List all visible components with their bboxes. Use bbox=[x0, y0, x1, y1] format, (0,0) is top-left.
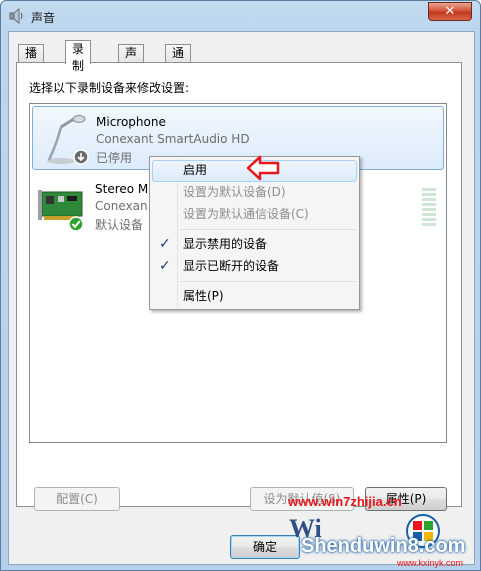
device-name: Microphone bbox=[96, 115, 166, 129]
menu-item-set-default-comm[interactable]: 设置为默认通信设备(C) bbox=[152, 204, 357, 226]
device-status: 已停用 bbox=[96, 151, 133, 165]
tab-sounds[interactable]: 声音 bbox=[118, 44, 145, 77]
menu-item-show-disabled[interactable]: ✓ 显示禁用的设备 bbox=[152, 234, 357, 256]
green-check-badge bbox=[68, 216, 84, 232]
menu-separator bbox=[180, 229, 356, 230]
menu-item-set-default[interactable]: 设置为默认设备(D) bbox=[152, 182, 357, 204]
tab-recording[interactable]: 录制 bbox=[65, 40, 92, 73]
watermark-brand: Shenduwin8.com bbox=[301, 535, 466, 557]
menu-item-label: 显示已断开的设备 bbox=[183, 259, 280, 273]
device-driver: Conexant SmartAudio HD bbox=[96, 132, 250, 146]
tab-communications[interactable]: 通信 bbox=[165, 44, 192, 77]
watermark-site: www.kxinyk.com bbox=[397, 558, 464, 568]
device-status: 默认设备 bbox=[95, 218, 144, 232]
checkmark-icon: ✓ bbox=[159, 258, 171, 274]
instruction-text: 选择以下录制设备来修改设置: bbox=[29, 81, 190, 95]
menu-separator bbox=[180, 281, 356, 282]
device-name: Stereo M bbox=[95, 182, 149, 196]
red-arrow-icon bbox=[246, 155, 280, 181]
window-title: 声音 bbox=[31, 11, 56, 25]
watermark-url: www.win7zhijia.cn bbox=[288, 494, 402, 509]
checkmark-icon: ✓ bbox=[159, 236, 171, 252]
level-meter bbox=[422, 188, 436, 228]
watermark-logo: Wi Shenduwin8.com www.kxinyk.com bbox=[285, 511, 481, 571]
device-driver: Conexan bbox=[95, 199, 148, 213]
speaker-icon bbox=[9, 8, 23, 24]
tab-playback[interactable]: 播放 bbox=[18, 44, 45, 77]
microphone-icon bbox=[47, 115, 89, 165]
sound-card-icon bbox=[38, 190, 84, 232]
close-button[interactable]: ✕ bbox=[428, 2, 472, 21]
configure-button[interactable]: 配置(C) bbox=[34, 487, 120, 511]
menu-item-show-disconnected[interactable]: ✓ 显示已断开的设备 bbox=[152, 256, 357, 278]
menu-item-label: 显示禁用的设备 bbox=[183, 237, 268, 251]
menu-item-properties[interactable]: 属性(P) bbox=[152, 286, 357, 308]
title-bar[interactable]: 声音 ✕ bbox=[1, 1, 480, 31]
